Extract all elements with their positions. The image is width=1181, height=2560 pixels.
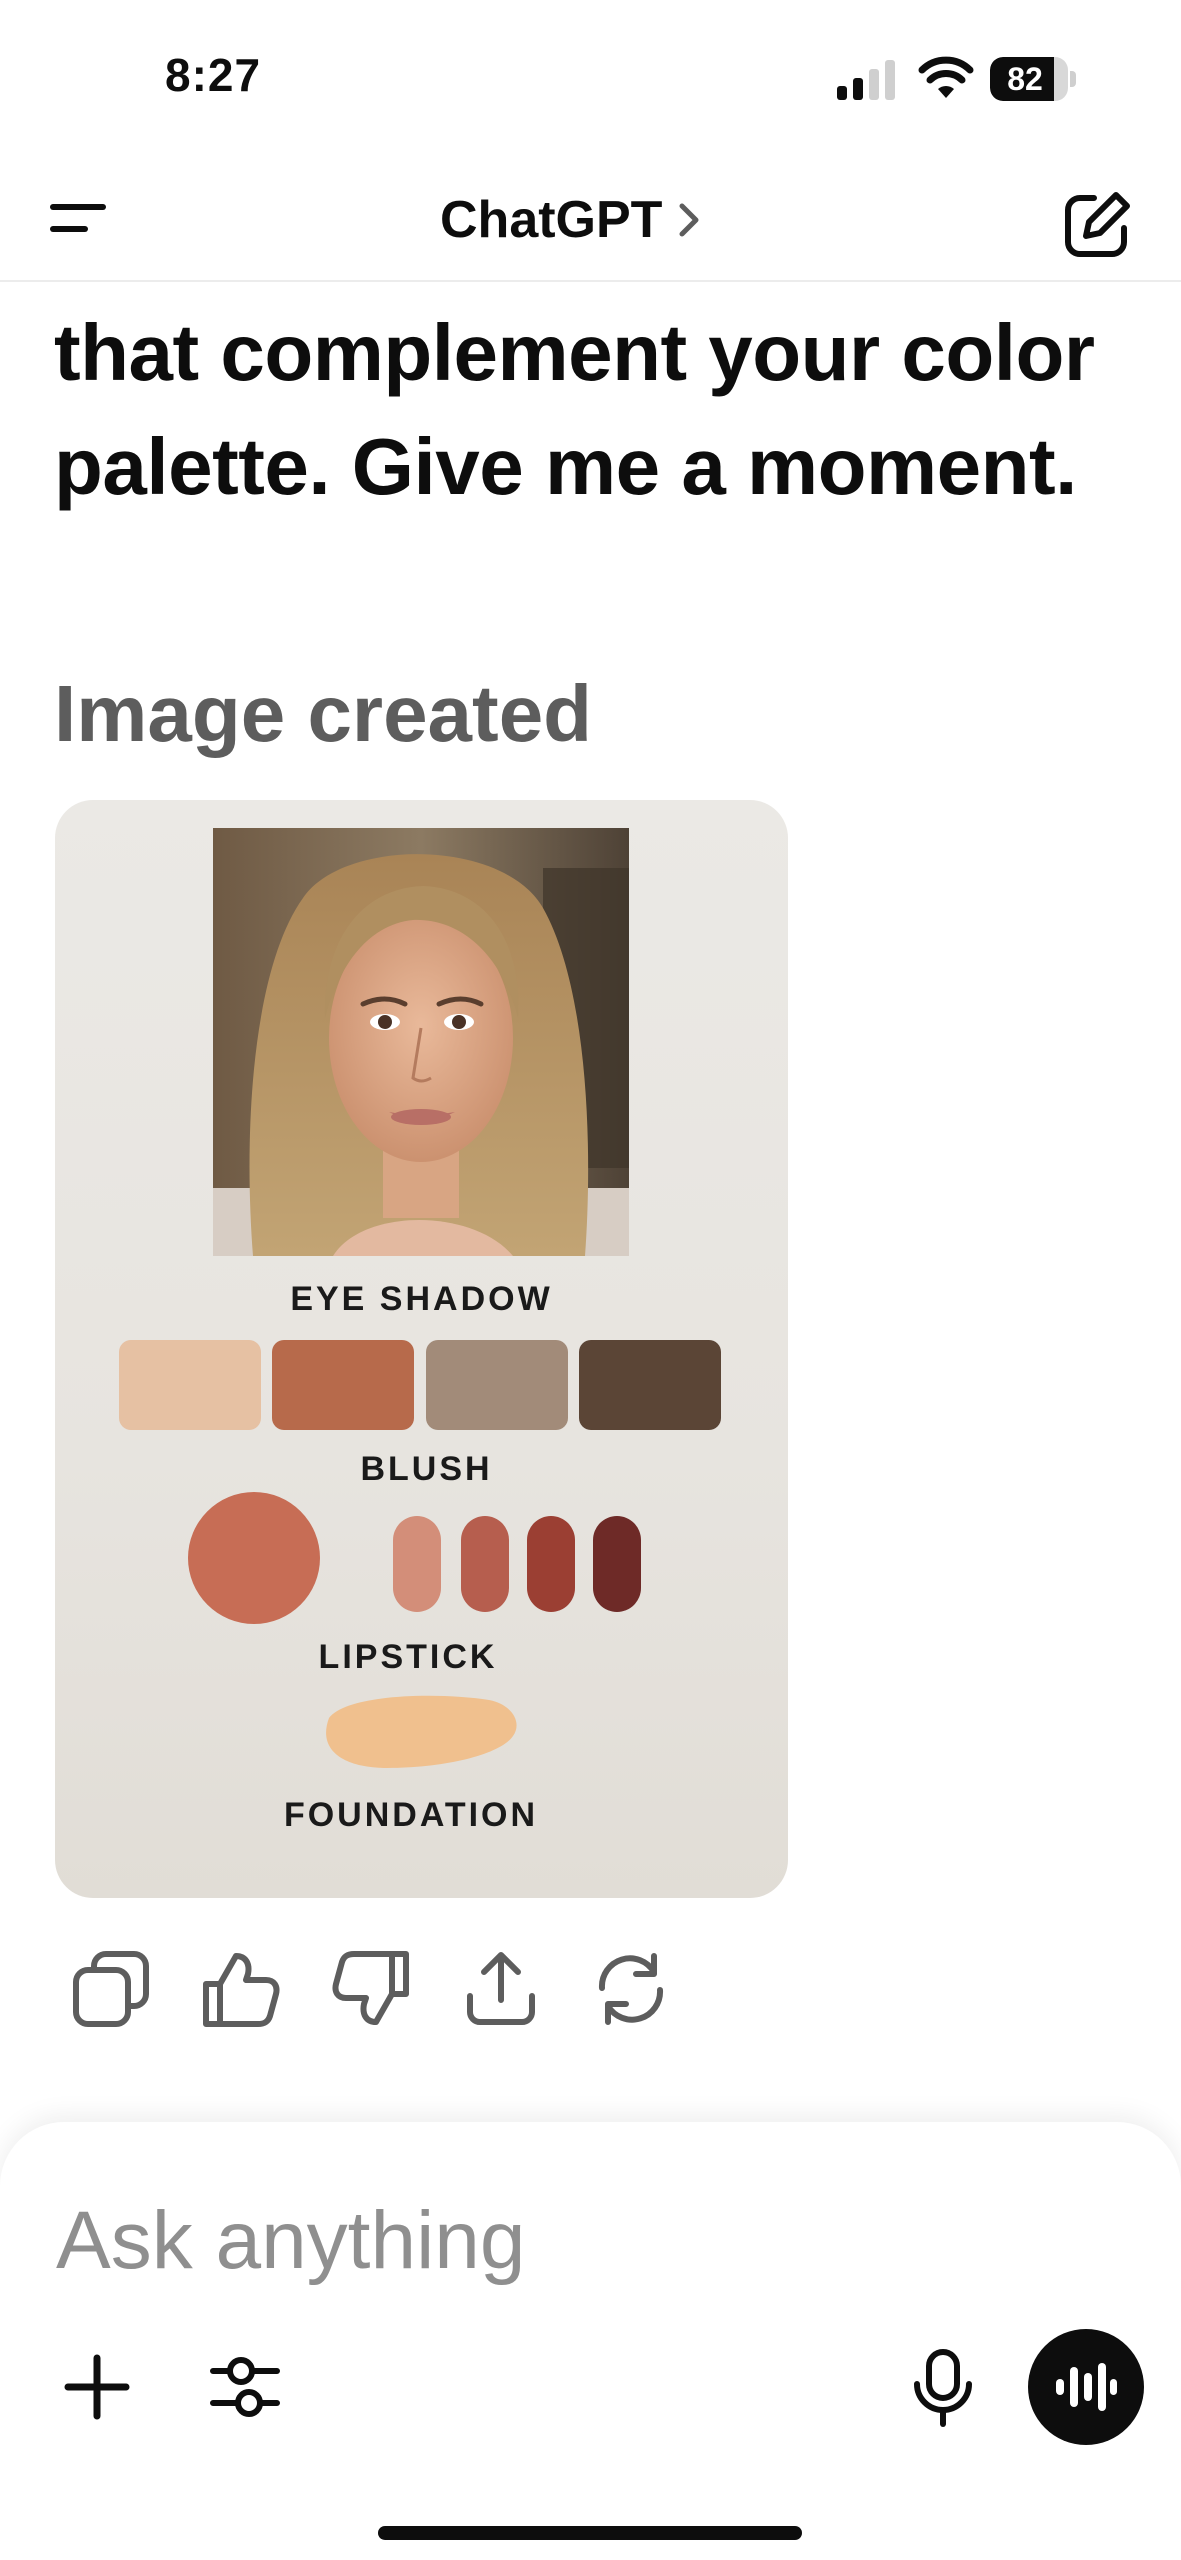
foundation-label: FOUNDATION [283, 1796, 539, 1834]
share-icon [467, 1952, 535, 2025]
blush-swatch [188, 1492, 320, 1624]
thumbs-up-icon [203, 1953, 280, 2027]
new-chat-button[interactable] [1062, 190, 1132, 260]
top-nav-bar: ChatGPT [0, 150, 1181, 282]
thumbs-down-button[interactable] [318, 1946, 424, 2032]
assistant-message-text: that complement your color palette. Give… [54, 308, 1095, 511]
status-time: 8:27 [165, 49, 262, 101]
lipstick-label: LIPSTICK [318, 1638, 498, 1676]
regenerate-button[interactable] [578, 1946, 684, 2032]
portrait-photo [213, 828, 629, 1256]
home-indicator [378, 2526, 802, 2540]
blush-label: BLUSH [360, 1450, 493, 1488]
page-title: ChatGPT [440, 191, 663, 249]
wifi-icon [918, 56, 974, 98]
eye-shadow-swatch [426, 1340, 568, 1430]
thumbs-down-icon [332, 1951, 409, 2025]
voice-mode-button[interactable] [1028, 2329, 1144, 2445]
composer [0, 2122, 1181, 2560]
battery-level: 82 [1007, 61, 1043, 97]
add-attachment-button[interactable] [52, 2342, 142, 2432]
cellular-signal-icon [837, 60, 895, 100]
copy-button[interactable] [58, 1946, 164, 2032]
plus-icon [64, 2354, 130, 2420]
regenerate-icon [598, 1953, 664, 2025]
image-status-label: Image created [54, 669, 593, 758]
tools-button[interactable] [200, 2342, 290, 2432]
copy-icon [73, 1951, 149, 2027]
lipstick-swatch [393, 1516, 441, 1612]
dictate-button[interactable] [898, 2338, 988, 2438]
lipstick-swatch [593, 1516, 641, 1612]
chevron-right-icon [679, 203, 699, 237]
microphone-icon [914, 2349, 972, 2427]
lipstick-swatch [461, 1516, 509, 1612]
model-selector[interactable]: ChatGPT [440, 190, 704, 250]
eye-shadow-swatch [119, 1340, 261, 1430]
generated-image[interactable]: EYE SHADOW BLUSH LIPSTICK FOUNDATION [55, 800, 788, 1898]
battery-indicator: 82 [990, 57, 1076, 101]
status-bar: 8:27 82 [0, 0, 1181, 150]
message-actions [58, 1946, 684, 2032]
foundation-swatch [326, 1695, 517, 1768]
lipstick-swatch [527, 1516, 575, 1612]
new-chat-icon [1065, 192, 1130, 257]
message-input[interactable] [56, 2186, 1056, 2296]
eye-shadow-swatch [579, 1340, 721, 1430]
eye-shadow-label: EYE SHADOW [290, 1280, 553, 1318]
voice-waveform-icon [1056, 2363, 1117, 2411]
menu-button[interactable] [44, 198, 114, 244]
share-button[interactable] [448, 1946, 554, 2032]
sliders-icon [210, 2357, 280, 2417]
thumbs-up-button[interactable] [188, 1946, 294, 2032]
eye-shadow-swatch [272, 1340, 414, 1430]
